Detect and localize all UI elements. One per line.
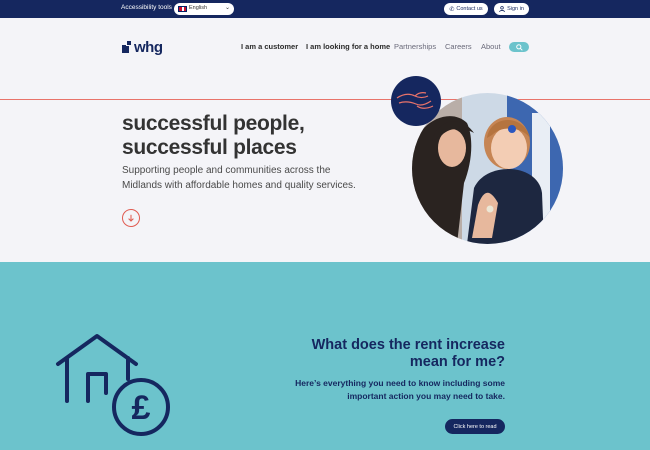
hero-title: successful people, successful places bbox=[122, 112, 305, 159]
contact-us-button[interactable]: ✆ Contact us bbox=[444, 3, 488, 15]
nav-item-partnerships[interactable]: Partnerships bbox=[394, 42, 436, 51]
house-and-pound-icon: £ bbox=[56, 334, 170, 436]
utility-bar: Accessibility tools English ⌄ ✆ Contact … bbox=[0, 0, 650, 18]
hero-divider-line bbox=[0, 99, 650, 100]
user-icon bbox=[499, 6, 505, 12]
logo-mark-icon bbox=[122, 40, 134, 54]
rent-heading: What does the rent increase mean for me? bbox=[311, 337, 505, 370]
click-here-to-read-button[interactable]: Click here to read bbox=[445, 419, 505, 434]
hero-subtitle: Supporting people and communities across… bbox=[122, 165, 356, 191]
nav-item-about[interactable]: About bbox=[481, 42, 501, 51]
language-selected: English bbox=[189, 5, 208, 11]
hands-illustration-icon bbox=[391, 76, 441, 126]
nav-item-customer[interactable]: I am a customer bbox=[241, 42, 298, 51]
svg-text:£: £ bbox=[132, 389, 151, 427]
whg-logo[interactable]: whg bbox=[122, 38, 163, 56]
rent-description: Here’s everything you need to know inclu… bbox=[295, 378, 505, 401]
search-button[interactable] bbox=[509, 42, 529, 52]
chevron-down-icon: ⌄ bbox=[224, 5, 230, 11]
scroll-down-button[interactable] bbox=[122, 209, 140, 227]
language-select[interactable]: English ⌄ bbox=[174, 3, 234, 15]
nav-item-looking-for-home[interactable]: I am looking for a home bbox=[306, 42, 390, 51]
nav-item-careers[interactable]: Careers bbox=[445, 42, 472, 51]
sign-in-button[interactable]: Sign in bbox=[494, 3, 529, 15]
sign-in-label: Sign in bbox=[507, 6, 524, 12]
search-icon bbox=[515, 43, 523, 51]
uk-flag-icon bbox=[178, 6, 187, 12]
arrow-down-icon bbox=[128, 214, 134, 222]
contact-us-label: Contact us bbox=[456, 6, 483, 12]
accessibility-tools-link[interactable]: Accessibility tools bbox=[121, 4, 172, 11]
phone-icon: ✆ bbox=[449, 6, 455, 13]
logo-text: whg bbox=[134, 39, 163, 56]
